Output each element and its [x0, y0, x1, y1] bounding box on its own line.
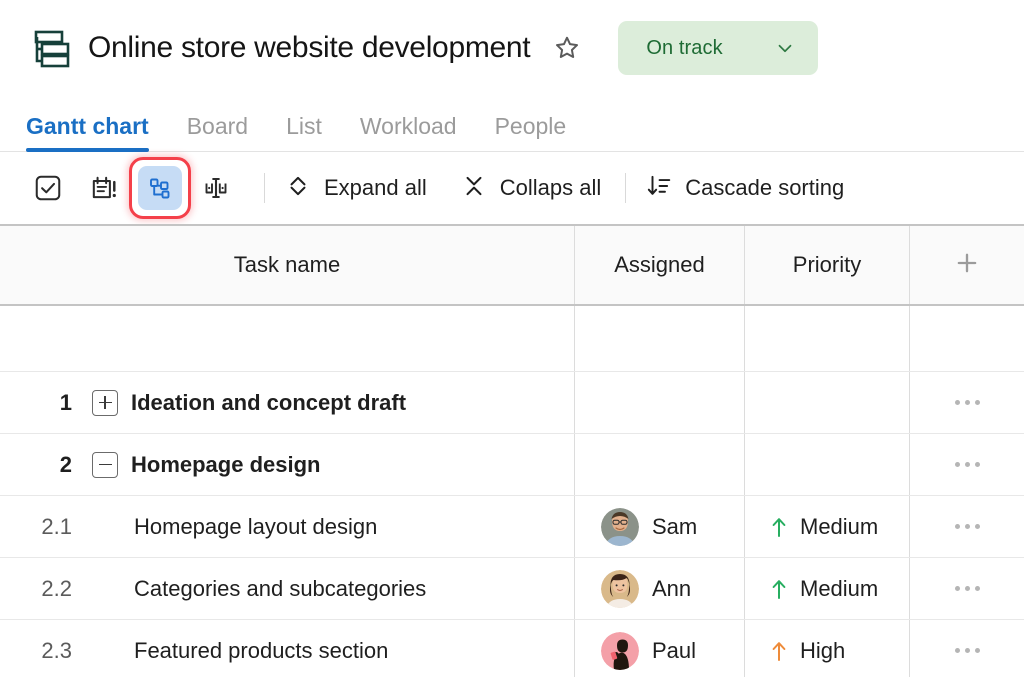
checkbox-check-icon[interactable] [26, 166, 70, 210]
task-cell: 2.2 Categories and subcategories [0, 558, 575, 619]
table-row[interactable]: 1 Ideation and concept draft [0, 372, 1024, 434]
priority-label: Medium [800, 513, 879, 539]
column-header-priority[interactable]: Priority [745, 226, 910, 304]
priority-arrow-up-icon [769, 639, 789, 663]
chevron-expand-icon [285, 173, 311, 204]
row-menu-cell [910, 496, 1024, 557]
status-badge[interactable]: On track [618, 21, 819, 75]
assignee-name: Paul [652, 637, 697, 663]
task-name: Categories and subcategories [134, 575, 427, 601]
task-name: Homepage layout design [134, 513, 378, 539]
priority-cell[interactable]: Medium [745, 496, 910, 557]
hierarchy-structure-icon[interactable] [129, 157, 191, 219]
toolbar-divider [264, 173, 265, 203]
assignee-name: Ann [652, 575, 692, 601]
row-menu-cell [910, 434, 1024, 495]
table-row[interactable]: 2.2 Categories and subcategories Ann Med… [0, 558, 1024, 620]
task-table: Task name Assigned Priority 1 Ideation a… [0, 224, 1024, 677]
assigned-cell[interactable]: Ann [575, 558, 745, 619]
baseline-compare-icon[interactable] [194, 166, 238, 210]
add-column-button[interactable] [910, 226, 1024, 304]
priority-arrow-up-icon [769, 515, 789, 539]
more-horizontal-icon[interactable] [954, 524, 980, 529]
plus-icon [953, 249, 981, 282]
tab-gantt-chart[interactable]: Gantt chart [26, 113, 149, 152]
priority-cell[interactable] [745, 372, 910, 433]
gantt-toolbar: Expand all Collaps all Cascade sorting [0, 152, 1024, 224]
priority-cell[interactable]: High [745, 620, 910, 677]
more-horizontal-icon[interactable] [954, 462, 980, 467]
more-horizontal-icon[interactable] [954, 400, 980, 405]
collapse-all-label: Collaps all [499, 175, 602, 200]
column-header-assigned[interactable]: Assigned [575, 226, 745, 304]
row-menu-cell [910, 558, 1024, 619]
priority-cell[interactable] [745, 434, 910, 495]
blank-assigned-cell [575, 306, 745, 371]
task-cell: 2.3 Featured products section [0, 620, 575, 677]
task-name: Ideation and concept draft [131, 389, 407, 415]
priority-label: High [800, 637, 846, 663]
task-cell: 1 Ideation and concept draft [0, 372, 575, 433]
cascade-sorting-label: Cascade sorting [685, 175, 845, 200]
expand-all-label: Expand all [324, 175, 427, 200]
avatar [601, 631, 639, 670]
table-header-row: Task name Assigned Priority [0, 226, 1024, 306]
assigned-cell[interactable] [575, 372, 745, 433]
tab-board[interactable]: Board [187, 113, 248, 151]
task-name: Homepage design [131, 451, 321, 477]
table-row[interactable]: 2 Homepage design [0, 434, 1024, 496]
task-wbs: 2.3 [41, 637, 72, 663]
chevron-collapse-icon [461, 173, 487, 204]
expand-all-button[interactable]: Expand all [283, 169, 429, 208]
table-blank-row [0, 306, 1024, 372]
tab-list[interactable]: List [286, 113, 322, 151]
assignee-name: Sam [652, 513, 698, 539]
blank-add-cell [910, 306, 1024, 371]
task-wbs: 1 [59, 389, 72, 415]
task-cell: 2 Homepage design [0, 434, 575, 495]
avatar [601, 507, 639, 546]
task-name: Featured products section [134, 637, 389, 663]
priority-arrow-up-icon [769, 577, 789, 601]
view-tabs: Gantt chart Board List Workload People [0, 96, 1024, 152]
status-badge-label: On track [646, 36, 723, 59]
column-header-task-name[interactable]: Task name [0, 226, 575, 304]
task-wbs: 2 [59, 451, 72, 477]
collapse-all-button[interactable]: Collaps all [459, 169, 604, 208]
toolbar-divider-2 [625, 173, 627, 203]
assigned-cell[interactable]: Paul [575, 620, 745, 677]
sort-descending-icon [646, 173, 672, 204]
more-horizontal-icon[interactable] [954, 648, 980, 653]
blank-task-cell [0, 306, 575, 371]
table-row[interactable]: 2.1 Homepage layout design Sam Medium [0, 496, 1024, 558]
tab-people[interactable]: People [495, 113, 567, 151]
priority-cell[interactable]: Medium [745, 558, 910, 619]
assigned-cell[interactable] [575, 434, 745, 495]
chevron-down-icon [774, 37, 796, 59]
task-wbs: 2.1 [41, 513, 72, 539]
table-row[interactable]: 2.3 Featured products section Paul High [0, 620, 1024, 677]
star-outline-icon[interactable] [552, 33, 582, 63]
expand-toggle-icon[interactable] [92, 389, 118, 416]
more-horizontal-icon[interactable] [954, 586, 980, 591]
row-menu-cell [910, 620, 1024, 677]
cascade-sorting-button[interactable]: Cascade sorting [644, 169, 846, 208]
assigned-cell[interactable]: Sam [575, 496, 745, 557]
priority-label: Medium [800, 575, 879, 601]
gantt-app-window: Online store website development On trac… [0, 0, 1024, 677]
task-cell: 2.1 Homepage layout design [0, 496, 575, 557]
gantt-hierarchy-icon [26, 26, 70, 70]
blank-priority-cell [745, 306, 910, 371]
avatar [601, 569, 639, 608]
page-title: Online store website development [88, 31, 531, 64]
tab-workload[interactable]: Workload [360, 113, 457, 151]
row-menu-cell [910, 372, 1024, 433]
project-header: Online store website development On trac… [0, 0, 1024, 96]
calendar-alert-icon[interactable] [82, 166, 126, 210]
collapse-toggle-icon[interactable] [92, 451, 118, 478]
task-wbs: 2.2 [41, 575, 72, 601]
